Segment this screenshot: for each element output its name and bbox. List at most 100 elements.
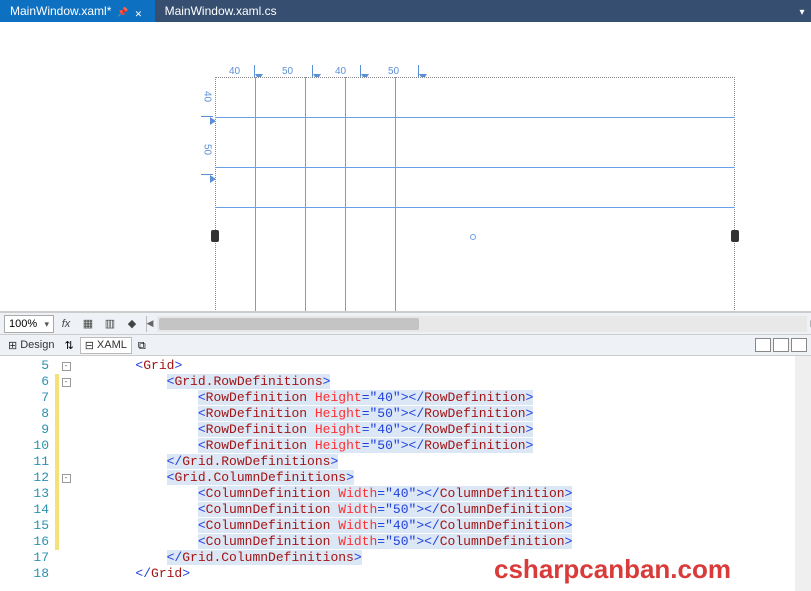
code-line[interactable]: <RowDefinition Height="40"></RowDefiniti… — [73, 422, 811, 438]
code-line[interactable]: <RowDefinition Height="40"></RowDefiniti… — [73, 390, 811, 406]
zoom-value: 100% — [9, 318, 37, 330]
document-tabbar: MainWindow.xaml* MainWindow.xaml.cs — [0, 0, 811, 22]
fold-toggle — [59, 390, 73, 406]
tab-label: MainWindow.xaml.cs — [165, 4, 277, 18]
grid-line — [215, 167, 735, 168]
ruler-segment: 40 — [215, 65, 255, 77]
ruler-segment: 50 — [201, 125, 213, 175]
grid-line — [215, 207, 735, 208]
line-number: 9 — [0, 422, 49, 438]
line-number: 17 — [0, 550, 49, 566]
scroll-left-icon[interactable]: ◀ — [143, 316, 157, 332]
fold-toggle — [59, 550, 73, 566]
code-line[interactable]: <ColumnDefinition Width="40"></ColumnDef… — [73, 486, 811, 502]
xaml-editor[interactable]: 56789101112131415161718 --- <Grid> <Grid… — [0, 356, 811, 591]
line-number: 13 — [0, 486, 49, 502]
design-tab[interactable]: Design — [4, 338, 58, 353]
design-icon — [8, 339, 17, 352]
line-number: 14 — [0, 502, 49, 518]
outlining-column: --- — [59, 356, 73, 591]
grid-overlay — [215, 77, 735, 312]
popout-icon[interactable] — [138, 338, 146, 353]
snap-lines-button[interactable]: ▥ — [100, 315, 120, 333]
fold-toggle — [59, 438, 73, 454]
design-label: Design — [20, 339, 54, 351]
vertical-scrollbar[interactable] — [795, 356, 811, 591]
scrollbar-thumb[interactable] — [159, 318, 419, 330]
tab-mainwindow-xaml[interactable]: MainWindow.xaml* — [0, 0, 155, 22]
fold-toggle[interactable]: - — [59, 470, 73, 486]
center-marker-icon — [470, 234, 476, 240]
line-number: 10 — [0, 438, 49, 454]
fold-toggle — [59, 454, 73, 470]
fold-toggle — [59, 502, 73, 518]
xaml-tab[interactable]: XAML — [80, 337, 132, 354]
line-number: 11 — [0, 454, 49, 470]
line-number: 12 — [0, 470, 49, 486]
line-number: 16 — [0, 534, 49, 550]
line-number: 7 — [0, 390, 49, 406]
code-line[interactable]: <ColumnDefinition Width="40"></ColumnDef… — [73, 518, 811, 534]
code-line[interactable]: </Grid.RowDefinitions> — [73, 454, 811, 470]
code-line[interactable]: <RowDefinition Height="50"></RowDefiniti… — [73, 406, 811, 422]
designer-toolbar: 100% fx ▦ ▥ ◆ ◀ ▶ — [0, 312, 811, 334]
line-number: 8 — [0, 406, 49, 422]
line-number: 5 — [0, 358, 49, 374]
fold-toggle[interactable]: - — [59, 374, 73, 390]
resize-handle-left[interactable] — [211, 230, 219, 242]
split-orientation — [755, 338, 807, 352]
fold-toggle — [59, 534, 73, 550]
collapse-pane-button[interactable] — [791, 338, 807, 352]
xaml-label: XAML — [97, 339, 127, 351]
line-number: 18 — [0, 566, 49, 582]
code-line[interactable]: </Grid.ColumnDefinitions> — [73, 550, 811, 566]
swap-panes-button[interactable] — [64, 338, 73, 352]
grid-line — [215, 117, 735, 118]
tab-label: MainWindow.xaml* — [10, 4, 111, 18]
tab-mainwindow-xaml-cs[interactable]: MainWindow.xaml.cs — [155, 0, 287, 22]
designer-pane[interactable]: 40 50 40 50 40 50 — [0, 22, 811, 312]
ruler-segment: 40 — [321, 65, 361, 77]
xaml-icon — [85, 339, 94, 352]
design-xaml-splitbar[interactable]: Design XAML — [0, 334, 811, 356]
code-line[interactable]: <ColumnDefinition Width="50"></ColumnDef… — [73, 534, 811, 550]
fx-button[interactable]: fx — [56, 315, 76, 333]
fold-toggle — [59, 406, 73, 422]
code-line[interactable]: <RowDefinition Height="50"></RowDefiniti… — [73, 438, 811, 454]
grid-snap-button[interactable]: ▦ — [78, 315, 98, 333]
ruler-vertical: 40 50 — [198, 77, 216, 183]
grid-line — [345, 77, 346, 312]
grid-line — [255, 77, 256, 312]
fold-toggle — [59, 422, 73, 438]
ruler-segment: 50 — [263, 65, 313, 77]
ruler-segment: 40 — [201, 77, 213, 117]
fold-toggle — [59, 486, 73, 502]
split-vertical-button[interactable] — [755, 338, 771, 352]
line-number: 6 — [0, 374, 49, 390]
code-body[interactable]: <Grid> <Grid.RowDefinitions> <RowDefinit… — [73, 356, 811, 591]
pin-icon[interactable] — [117, 4, 128, 18]
fold-toggle[interactable]: - — [59, 358, 73, 374]
zoom-combo[interactable]: 100% — [4, 315, 54, 333]
line-number: 15 — [0, 518, 49, 534]
code-line[interactable]: <Grid> — [73, 358, 811, 374]
ruler-segment: 50 — [369, 65, 419, 77]
horizontal-scrollbar[interactable]: ◀ ▶ — [157, 316, 807, 332]
grid-line — [305, 77, 306, 312]
chevron-down-icon — [44, 318, 49, 330]
split-horizontal-button[interactable] — [773, 338, 789, 352]
code-line[interactable]: <Grid.ColumnDefinitions> — [73, 470, 811, 486]
code-line[interactable]: <Grid.RowDefinitions> — [73, 374, 811, 390]
fold-toggle — [59, 518, 73, 534]
code-line[interactable]: </Grid> — [73, 566, 811, 582]
fold-toggle — [59, 566, 73, 582]
toggle-artboard-button[interactable]: ◆ — [122, 315, 142, 333]
resize-handle-right[interactable] — [731, 230, 739, 242]
scroll-right-icon[interactable]: ▶ — [807, 316, 811, 332]
tab-overflow-dropdown[interactable] — [797, 4, 807, 18]
line-number-gutter: 56789101112131415161718 — [0, 356, 55, 591]
close-icon[interactable] — [135, 6, 145, 16]
tabbar-overflow — [797, 0, 811, 22]
code-line[interactable]: <ColumnDefinition Width="50"></ColumnDef… — [73, 502, 811, 518]
grid-line — [395, 77, 396, 312]
